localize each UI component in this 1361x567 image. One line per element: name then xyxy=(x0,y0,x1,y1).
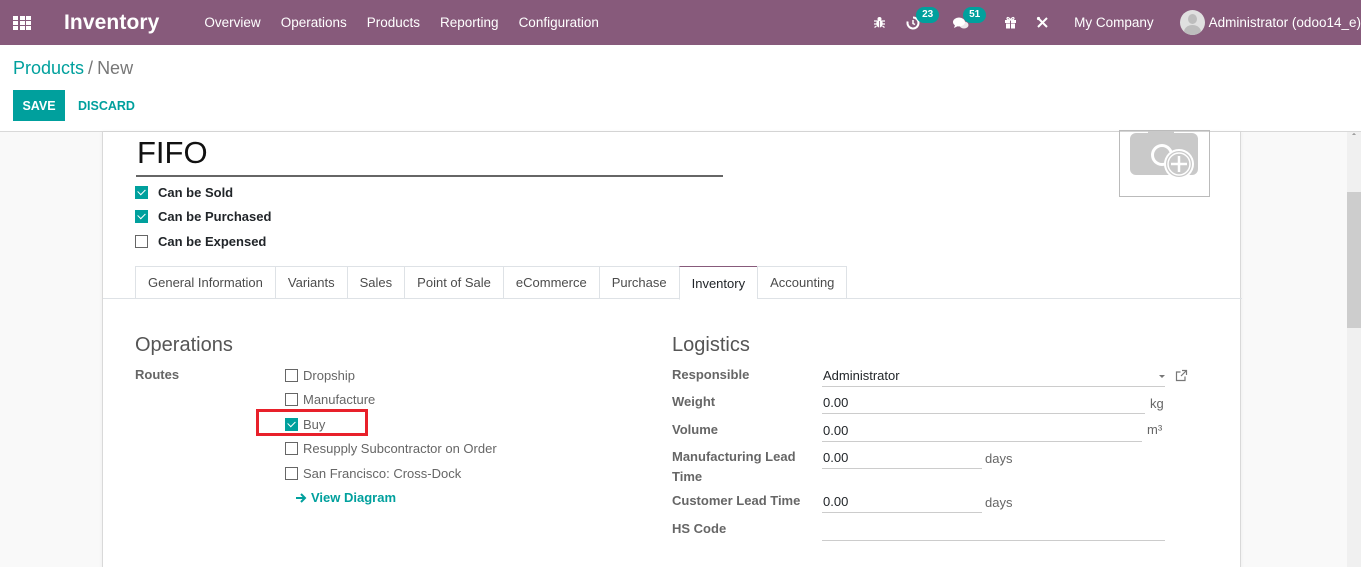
menu-configuration[interactable]: Configuration xyxy=(519,15,599,30)
messages-chat-icon[interactable]: 51 xyxy=(953,6,987,30)
vertical-scrollbar[interactable]: ˆ xyxy=(1347,132,1361,567)
tab-general-information[interactable]: General Information xyxy=(135,266,275,299)
save-button[interactable]: SAVE xyxy=(13,90,65,121)
menu-operations[interactable]: Operations xyxy=(281,15,347,30)
user-avatar xyxy=(1179,10,1205,35)
can-be-sold-label: Can be Sold xyxy=(158,185,234,200)
can-be-expensed-label: Can be Expensed xyxy=(158,234,267,249)
form-view-content: FIFO Can be Sold Can be Purchased Can be… xyxy=(0,129,1361,567)
tab-ecommerce[interactable]: eCommerce xyxy=(502,266,599,299)
manufacturing-lead-time-input[interactable]: 0.00 xyxy=(822,447,982,469)
routes-label: Routes xyxy=(135,367,180,382)
manufacturing-lead-time-label: Manufacturing Lead Time xyxy=(672,449,796,484)
route-label: Dropship xyxy=(303,368,356,383)
hs-code-input[interactable] xyxy=(822,519,1165,541)
tab-point-of-sale[interactable]: Point of Sale xyxy=(404,266,503,299)
customer-lead-time-label: Customer Lead Time xyxy=(672,493,801,508)
tab-sales[interactable]: Sales xyxy=(346,266,405,299)
tab-accounting[interactable]: Accounting xyxy=(757,266,848,299)
tab-inventory[interactable]: Inventory xyxy=(678,266,758,300)
route-label: San Francisco: Cross-Dock xyxy=(303,466,462,481)
route-cross-dock-checkbox[interactable]: San Francisco: Cross-Dock xyxy=(285,466,461,481)
route-label: Manufacture xyxy=(303,392,376,407)
breadcrumb-products-link[interactable]: Products xyxy=(13,58,84,78)
responsible-select[interactable]: Administrator xyxy=(822,365,1165,387)
scroll-up-arrow-icon[interactable]: ˆ xyxy=(1349,134,1359,144)
user-name: Administrator (odoo14_e) xyxy=(1208,15,1361,30)
checkbox-checked-icon xyxy=(135,210,148,223)
company-switcher[interactable]: My Company xyxy=(1074,15,1154,30)
route-resupply-subcontractor-checkbox[interactable]: Resupply Subcontractor on Order xyxy=(285,441,497,456)
apps-menu-icon[interactable] xyxy=(13,15,31,30)
chevron-down-icon[interactable] xyxy=(1159,375,1165,378)
activity-count-badge: 23 xyxy=(916,6,940,23)
volume-input[interactable]: 0.00 xyxy=(822,420,1142,442)
menu-overview[interactable]: Overview xyxy=(204,15,260,30)
logistics-section-title: Logistics xyxy=(672,334,750,356)
can-be-sold-checkbox[interactable]: Can be Sold xyxy=(135,185,233,200)
camera-add-icon xyxy=(1130,129,1198,179)
app-title[interactable]: Inventory xyxy=(64,11,159,35)
can-be-expensed-checkbox[interactable]: Can be Expensed xyxy=(135,234,266,249)
menu-products[interactable]: Products xyxy=(367,15,420,30)
can-be-purchased-checkbox[interactable]: Can be Purchased xyxy=(135,209,271,224)
checkbox-unchecked-icon xyxy=(285,369,298,382)
view-diagram-label: View Diagram xyxy=(311,490,397,505)
debug-bug-icon[interactable] xyxy=(872,16,886,30)
breadcrumb: Products / New xyxy=(13,58,133,79)
product-image-upload[interactable] xyxy=(1119,129,1210,197)
weight-unit: kg xyxy=(1150,396,1164,411)
customer-lead-time-input[interactable]: 0.00 xyxy=(822,491,982,513)
hs-code-label: HS Code xyxy=(672,521,727,536)
weight-label: Weight xyxy=(672,394,716,409)
messages-count-badge: 51 xyxy=(963,6,987,23)
menu-reporting[interactable]: Reporting xyxy=(440,15,499,30)
form-sheet: FIFO Can be Sold Can be Purchased Can be… xyxy=(102,129,1242,567)
external-link-icon[interactable] xyxy=(1175,369,1188,382)
manufacturing-lead-time-unit: days xyxy=(985,451,1013,466)
product-name-input[interactable]: FIFO xyxy=(136,134,723,177)
route-label: Resupply Subcontractor on Order xyxy=(303,441,497,456)
route-manufacture-checkbox[interactable]: Manufacture xyxy=(285,392,375,407)
can-be-purchased-label: Can be Purchased xyxy=(158,209,272,224)
systray: 23 51 My Company Administrator (odoo14_e… xyxy=(872,0,1361,45)
discard-button[interactable]: DISCARD xyxy=(78,90,135,121)
view-diagram-link[interactable]: View Diagram xyxy=(296,490,396,505)
route-dropship-checkbox[interactable]: Dropship xyxy=(285,368,355,383)
breadcrumb-separator: / xyxy=(88,58,94,78)
buy-route-highlight xyxy=(256,409,368,436)
tab-purchase[interactable]: Purchase xyxy=(598,266,679,299)
volume-unit: m³ xyxy=(1147,422,1163,437)
tab-variants[interactable]: Variants xyxy=(274,266,347,299)
checkbox-unchecked-icon xyxy=(285,393,298,406)
checkbox-unchecked-icon xyxy=(285,442,298,455)
customer-lead-time-unit: days xyxy=(985,495,1013,510)
checkbox-unchecked-icon xyxy=(135,235,148,248)
scrollbar-thumb[interactable] xyxy=(1347,192,1361,328)
activity-clock-icon[interactable]: 23 xyxy=(906,6,940,30)
top-navbar: Inventory Overview Operations Products R… xyxy=(0,0,1361,45)
user-menu[interactable]: Administrator (odoo14_e) xyxy=(1179,10,1361,35)
operations-section-title: Operations xyxy=(135,334,233,356)
tools-settings-icon[interactable] xyxy=(1035,16,1049,30)
volume-label: Volume xyxy=(672,422,718,437)
checkbox-unchecked-icon xyxy=(285,467,298,480)
responsible-label: Responsible xyxy=(672,367,750,382)
arrow-right-icon xyxy=(296,492,307,503)
gift-icon[interactable] xyxy=(1003,16,1017,30)
main-menu: Overview Operations Products Reporting C… xyxy=(204,15,618,30)
notebook-tabs: General Information Variants Sales Point… xyxy=(135,266,848,300)
checkbox-checked-icon xyxy=(135,186,148,199)
weight-input[interactable]: 0.00 xyxy=(822,392,1145,414)
breadcrumb-current: New xyxy=(97,58,134,78)
